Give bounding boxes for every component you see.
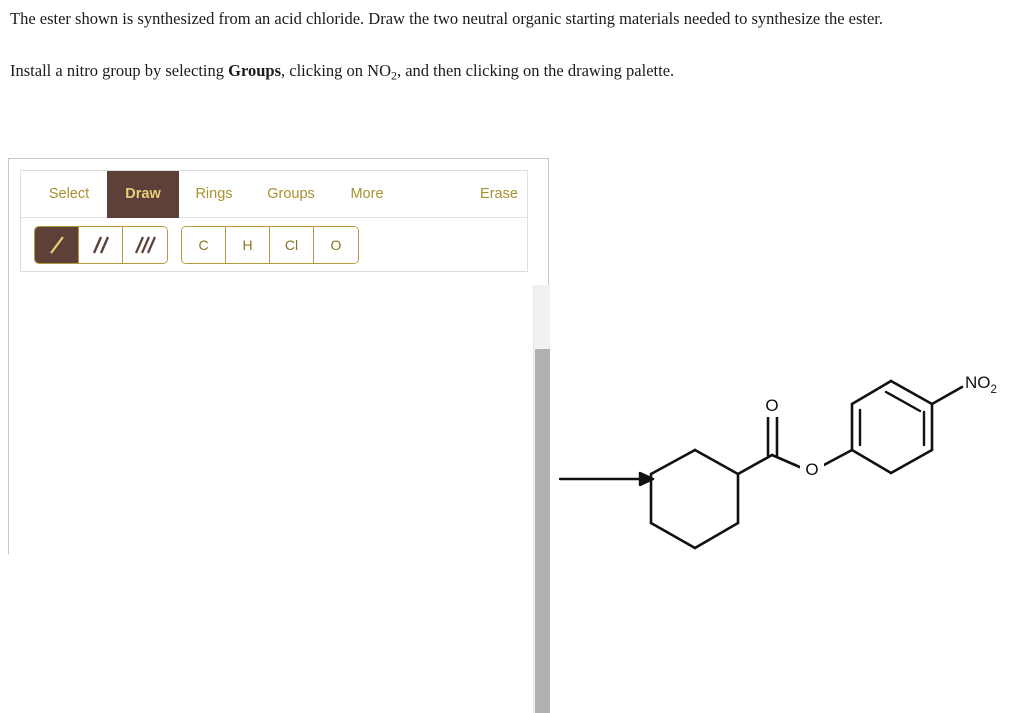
carbonyl-oxygen-label: O bbox=[765, 396, 778, 415]
question-text: The ester shown is synthesized from an a… bbox=[10, 4, 1014, 90]
instruction-prefix: Install a nitro group by selecting bbox=[10, 61, 229, 80]
tab-more[interactable]: More bbox=[337, 171, 397, 218]
erase-button[interactable]: Erase bbox=[469, 171, 529, 218]
nitro-group-label: NO2 bbox=[965, 373, 997, 396]
ester-oxygen-label: O bbox=[805, 460, 818, 479]
editor-tool-row: C H Cl O bbox=[21, 218, 527, 272]
ester-oxygen-to-aryl-bond bbox=[820, 448, 854, 468]
atom-button-cl[interactable]: Cl bbox=[270, 227, 314, 263]
aryl-to-nitro-bond bbox=[930, 385, 964, 406]
instruction-middle: , clicking on NO bbox=[281, 61, 391, 80]
ring-to-carbonyl-bond bbox=[736, 453, 774, 476]
triple-bond-button[interactable] bbox=[123, 227, 167, 263]
double-bond-button[interactable] bbox=[79, 227, 123, 263]
editor-scrollbar-thumb[interactable] bbox=[535, 349, 550, 713]
triple-bond-icon bbox=[132, 232, 158, 258]
single-bond-button[interactable] bbox=[35, 227, 79, 263]
single-bond-icon bbox=[44, 232, 70, 258]
nitro-label-sub: 2 bbox=[991, 384, 997, 396]
molecule-structure-svg: O O NO2 bbox=[558, 373, 997, 550]
tab-draw[interactable]: Draw bbox=[107, 171, 179, 218]
groups-keyword: Groups bbox=[228, 61, 282, 80]
cyclohexane-ring bbox=[649, 448, 740, 550]
question-paragraph-1-text: The ester shown is synthesized from an a… bbox=[10, 9, 884, 28]
tab-rings[interactable]: Rings bbox=[181, 171, 247, 218]
reaction-display: O O NO2 bbox=[550, 355, 1024, 554]
question-paragraph-1: The ester shown is synthesized from an a… bbox=[10, 4, 1014, 34]
drawing-canvas[interactable] bbox=[10, 285, 533, 553]
tab-select[interactable]: Select bbox=[35, 171, 103, 218]
double-bond-icon bbox=[88, 232, 114, 258]
reaction-arrow-icon bbox=[558, 471, 655, 487]
editor-tab-row: Select Draw Rings Groups More Erase bbox=[21, 171, 527, 218]
carbonyl-double-bond bbox=[766, 411, 779, 457]
molecule-editor-panel: Select Draw Rings Groups More Erase C H … bbox=[8, 158, 550, 713]
bond-tool-group bbox=[34, 226, 168, 264]
atom-button-h[interactable]: H bbox=[226, 227, 270, 263]
atom-button-o[interactable]: O bbox=[314, 227, 358, 263]
tab-groups[interactable]: Groups bbox=[249, 171, 333, 218]
editor-scrollbar[interactable] bbox=[533, 285, 550, 713]
atom-button-c[interactable]: C bbox=[182, 227, 226, 263]
instruction-suffix: , and then clicking on the drawing palet… bbox=[396, 61, 675, 80]
carbonyl-to-ester-oxygen-bond bbox=[770, 453, 804, 470]
atom-tool-group: C H Cl O bbox=[181, 226, 359, 264]
question-paragraph-2: Install a nitro group by selecting Group… bbox=[10, 56, 1014, 90]
nitro-label-main: NO bbox=[965, 373, 991, 392]
editor-toolbar: Select Draw Rings Groups More Erase C H … bbox=[20, 170, 528, 272]
benzene-inner-bonds bbox=[858, 390, 926, 447]
